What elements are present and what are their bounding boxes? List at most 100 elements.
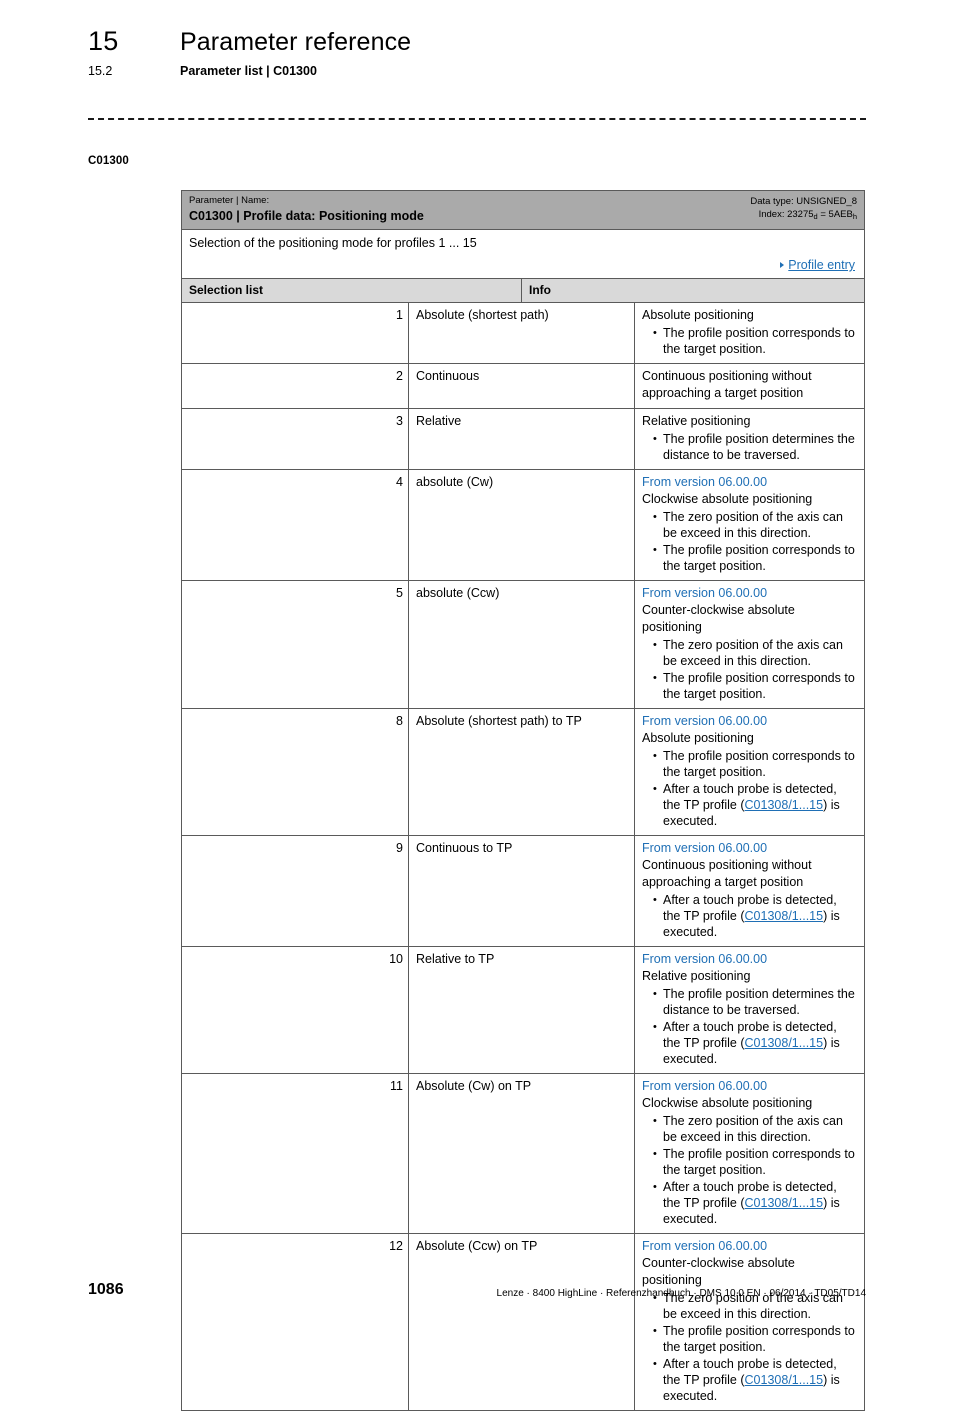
info-bullet-item: The profile position corresponds to the …: [642, 542, 857, 574]
parameter-meta: Data type: UNSIGNED_8 Index: 23275d = 5A…: [750, 195, 857, 221]
cell-spacer: [182, 303, 295, 363]
info-bullet-list: The profile position determines the dist…: [642, 431, 857, 463]
footer-page-number: 1086: [88, 1281, 124, 1298]
cell-selection-index: 10: [389, 952, 403, 966]
table-row: 9 Continuous to TP From version 06.00.00 Co…: [182, 836, 864, 947]
cell-spacer: [182, 470, 295, 580]
parameter-table: Parameter | Name: C01300 | Profile data:…: [181, 190, 865, 1411]
index-decimal-subscript: d: [813, 211, 818, 221]
info-lead-text: Relative positioning: [642, 414, 751, 428]
cell-selection-index: 3: [396, 414, 403, 428]
info-version-note: From version 06.00.00: [642, 1239, 768, 1253]
table-row: 8 Absolute (shortest path) to TP From vers…: [182, 709, 864, 836]
parameter-cross-reference-link[interactable]: C01308/1...15: [745, 798, 824, 812]
info-lead-text: Continuous positioning without approachi…: [642, 858, 812, 889]
info-bullet-item: After a touch probe is detected, the TP …: [642, 1356, 857, 1404]
parameter-cross-reference-link[interactable]: C01308/1...15: [745, 1196, 824, 1210]
table-row: 1 Absolute (shortest path) Absolute positi…: [182, 303, 864, 364]
cell-info: From version 06.00.00 Clockwise absolute …: [634, 470, 864, 580]
info-bullet-item: After a touch probe is detected, the TP …: [642, 892, 857, 940]
section-heading: 15.2 Parameter list | C01300: [88, 64, 866, 78]
info-bullet-item: The profile position corresponds to the …: [642, 1146, 857, 1178]
cell-selection-name: absolute (Ccw): [408, 581, 634, 708]
chapter-number: 15: [88, 26, 119, 56]
page-header: 15 Parameter reference 15.2 Parameter li…: [88, 26, 866, 78]
info-version-note: From version 06.00.00: [642, 841, 768, 855]
cell-selection-name: Absolute (shortest path) to TP: [408, 709, 634, 835]
profile-entry-link[interactable]: Profile entry: [788, 258, 855, 272]
cell-spacer: [182, 409, 295, 469]
parameter-data-type: Data type: UNSIGNED_8: [750, 196, 857, 207]
info-bullet-item: The zero position of the axis can be exc…: [642, 637, 857, 669]
cell-selection-name: Absolute (Ccw) on TP: [408, 1234, 634, 1410]
parameter-description: Selection of the positioning mode for pr…: [189, 236, 477, 250]
section-title: Parameter list | C01300: [180, 64, 317, 78]
table-row: 10 Relative to TP From version 06.00.00 Rel…: [182, 947, 864, 1074]
info-bullet-item: After a touch probe is detected, the TP …: [642, 781, 857, 829]
cell-selection-index: 1: [396, 308, 403, 322]
cell-selection-index: 9: [396, 841, 403, 855]
info-version-note: From version 06.00.00: [642, 1079, 768, 1093]
info-bullet-list: After a touch probe is detected, the TP …: [642, 892, 857, 940]
info-version-note: From version 06.00.00: [642, 586, 768, 600]
cell-selection-name: Absolute (Cw) on TP: [408, 1074, 634, 1233]
cell-info: From version 06.00.00 Counter-clockwise a…: [634, 581, 864, 708]
cell-spacer: [182, 1234, 295, 1410]
parameter-identity: Parameter | Name: C01300 | Profile data:…: [189, 195, 424, 224]
info-lead-text: Continuous positioning without approachi…: [642, 369, 812, 400]
cell-selection-name: Relative to TP: [408, 947, 634, 1073]
parameter-title: C01300 | Profile data: Positioning mode: [189, 209, 424, 223]
cell-info: From version 06.00.00 Absolute positionin…: [634, 709, 864, 835]
column-header-selection-list: Selection list: [189, 283, 264, 297]
cell-selection-name: absolute (Cw): [408, 470, 634, 580]
parameter-cross-reference-link[interactable]: C01308/1...15: [745, 1373, 824, 1387]
table-row: 2 Continuous Continuous positioning withou…: [182, 364, 864, 409]
cell-info: Continuous positioning without approachi…: [634, 364, 864, 408]
info-version-note: From version 06.00.00: [642, 475, 768, 489]
table-row: 5 absolute (Ccw) From version 06.00.00 Coun…: [182, 581, 864, 709]
chapter-heading: 15 Parameter reference: [88, 26, 866, 57]
info-bullet-list: The profile position determines the dist…: [642, 986, 857, 1067]
table-row: 3 Relative Relative positioning The profile…: [182, 409, 864, 470]
info-bullet-item: The profile position corresponds to the …: [642, 670, 857, 702]
info-bullet-item: The profile position corresponds to the …: [642, 325, 857, 357]
header-divider: [88, 118, 866, 120]
info-version-note: From version 06.00.00: [642, 714, 768, 728]
info-bullet-item: After a touch probe is detected, the TP …: [642, 1019, 857, 1067]
cell-spacer: [182, 947, 295, 1073]
info-lead-text: Absolute positioning: [642, 308, 754, 322]
info-bullet-list: The zero position of the axis can be exc…: [642, 1290, 857, 1404]
info-version-note: From version 06.00.00: [642, 952, 768, 966]
info-bullet-item: The profile position determines the dist…: [642, 431, 857, 463]
cell-selection-index: 12: [389, 1239, 403, 1253]
cell-info: Relative positioning The profile position…: [634, 409, 864, 469]
cell-selection-name: Absolute (shortest path): [408, 303, 634, 363]
section-number: 15.2: [88, 64, 113, 78]
cell-selection-index: 4: [396, 475, 403, 489]
cell-info: From version 06.00.00 Continuous position…: [634, 836, 864, 946]
cell-selection-name: Continuous: [408, 364, 634, 408]
info-bullet-item: After a touch probe is detected, the TP …: [642, 1179, 857, 1227]
index-separator: = 5AEB: [817, 208, 853, 220]
column-header-info: Info: [521, 279, 864, 302]
info-lead-text: Counter-clockwise absolute positioning: [642, 603, 795, 634]
index-decimal: Index: 23275: [758, 208, 814, 220]
info-bullet-list: The zero position of the axis can be exc…: [642, 1113, 857, 1227]
info-bullet-item: The profile position determines the dist…: [642, 986, 857, 1018]
cell-selection-index: 2: [396, 369, 403, 383]
parameter-cross-reference-link[interactable]: C01308/1...15: [745, 909, 824, 923]
cell-selection-index: 5: [396, 586, 403, 600]
cell-info: From version 06.00.00 Clockwise absolute …: [634, 1074, 864, 1233]
parameter-cross-reference-link[interactable]: C01308/1...15: [745, 1036, 824, 1050]
cell-info: From version 06.00.00 Relative positionin…: [634, 947, 864, 1073]
cell-spacer: [182, 581, 295, 708]
parameter-index: Index: 23275d = 5AEBh: [750, 209, 857, 222]
cell-spacer: [182, 364, 295, 408]
table-column-header: Selection list Info: [182, 279, 864, 303]
info-bullet-item: The zero position of the axis can be exc…: [642, 1113, 857, 1145]
table-body: 1 Absolute (shortest path) Absolute positi…: [182, 303, 864, 1410]
info-bullet-list: The profile position corresponds to the …: [642, 325, 857, 357]
info-bullet-list: The zero position of the axis can be exc…: [642, 637, 857, 702]
info-bullet-item: The profile position corresponds to the …: [642, 748, 857, 780]
profile-entry-link-row: Profile entry: [189, 256, 857, 274]
